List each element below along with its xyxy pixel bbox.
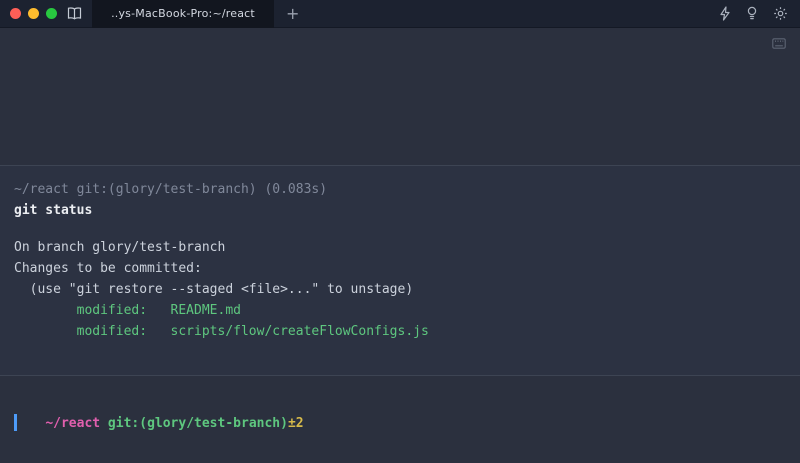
output-line: (use "git restore --staged <file>..." to…	[14, 279, 413, 300]
traffic-lights	[10, 8, 57, 19]
prompt-directory: ~/react	[45, 416, 100, 431]
prompt-dirty-count: ±2	[288, 416, 304, 431]
bolt-icon[interactable]	[719, 6, 731, 21]
output-line-modified-file: modified: README.md	[14, 300, 241, 321]
bookmarks-icon[interactable]	[67, 7, 82, 20]
block-divider	[0, 165, 800, 166]
block-divider	[0, 375, 800, 376]
close-window-button[interactable]	[10, 8, 21, 19]
gear-icon[interactable]	[773, 6, 788, 21]
command-text[interactable]: git status	[14, 200, 92, 221]
terminal-tab[interactable]: ..ys-MacBook-Pro:~/react	[92, 0, 274, 28]
minimize-window-button[interactable]	[28, 8, 39, 19]
output-line: On branch glory/test-branch	[14, 237, 225, 258]
header-actions	[719, 6, 788, 21]
terminal-cursor[interactable]	[14, 414, 17, 431]
new-tab-button[interactable]: +	[286, 6, 299, 22]
block-meta-line: ~/react git:(glory/test-branch) (0.083s)	[14, 179, 327, 200]
prompt-git-branch: git:(glory/test-branch)	[100, 416, 288, 431]
window-titlebar: ..ys-MacBook-Pro:~/react +	[0, 0, 800, 28]
zoom-window-button[interactable]	[46, 8, 57, 19]
bulb-icon[interactable]	[746, 6, 758, 21]
tab-title: ..ys-MacBook-Pro:~/react	[111, 7, 255, 20]
shell-prompt[interactable]: ~/react git:(glory/test-branch)±2	[14, 392, 304, 455]
keyboard-icon[interactable]	[772, 38, 786, 49]
output-line-modified-file: modified: scripts/flow/createFlowConfigs…	[14, 321, 429, 342]
output-line: Changes to be committed:	[14, 258, 202, 279]
terminal-viewport[interactable]: ~/react git:(glory/test-branch) (0.083s)…	[0, 28, 800, 463]
